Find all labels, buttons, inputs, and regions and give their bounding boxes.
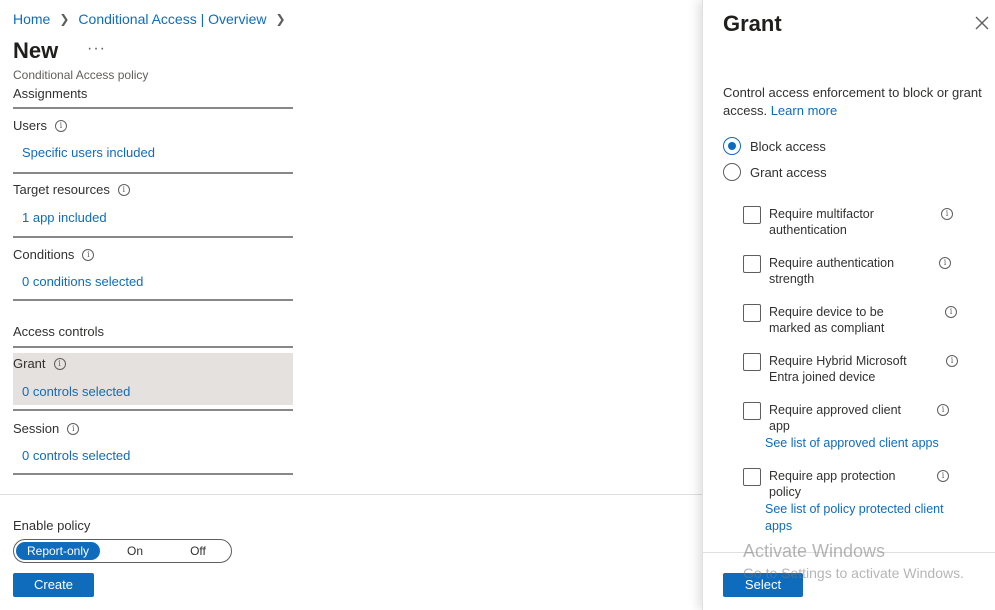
info-icon[interactable]: i (67, 422, 80, 435)
info-icon[interactable]: i (937, 470, 949, 482)
checkbox-require-compliant-device[interactable] (743, 304, 761, 322)
page-subtitle: Conditional Access policy (13, 68, 149, 82)
target-resources-label: Target resources i (13, 182, 130, 197)
conditions-label: Conditions i (13, 247, 95, 262)
conditions-label-text: Conditions (13, 247, 75, 262)
radio-unselected-icon[interactable] (723, 163, 741, 181)
toggle-option-on[interactable]: On (106, 542, 164, 560)
toggle-option-off[interactable]: Off (170, 542, 226, 560)
divider (13, 346, 293, 348)
session-label-text: Session (13, 421, 60, 436)
breadcrumb-home-link[interactable]: Home (13, 11, 50, 27)
info-icon[interactable]: i (946, 355, 958, 367)
panel-description-text: Control access enforcement to block or g… (723, 85, 982, 118)
activate-windows-subtitle: Go to Settings to activate Windows. (743, 565, 964, 581)
footer-divider (0, 494, 702, 495)
checkbox-require-mfa[interactable] (743, 206, 761, 224)
divider (13, 107, 293, 109)
panel-title: Grant (723, 11, 782, 36)
breadcrumb-overview-link[interactable]: Conditional Access | Overview (78, 11, 266, 27)
checkbox-require-approved-app[interactable] (743, 402, 761, 420)
divider (13, 409, 293, 411)
learn-more-link[interactable]: Learn more (771, 103, 837, 118)
info-icon[interactable]: i (82, 248, 95, 261)
grant-value-link[interactable]: 0 controls selected (22, 384, 130, 399)
target-resources-label-text: Target resources (13, 182, 110, 197)
checkbox-label: Require approved client app (769, 403, 902, 433)
info-icon[interactable]: i (945, 306, 957, 318)
checkbox-require-app-protection[interactable] (743, 468, 761, 486)
users-value-link[interactable]: Specific users included (22, 145, 155, 160)
checkbox-require-hybrid-joined[interactable] (743, 353, 761, 371)
grant-panel: Grant Control access enforcement to bloc… (702, 0, 995, 610)
divider (13, 473, 293, 475)
radio-grant-access[interactable]: Grant access (723, 163, 827, 181)
chevron-right-icon: ❯ (275, 12, 286, 26)
more-options-button[interactable]: ··· (87, 40, 106, 58)
close-icon[interactable] (973, 14, 991, 32)
grant-label: Grant i (13, 356, 66, 371)
checkbox-label: Require app protection policy (769, 469, 896, 499)
access-controls-heading: Access controls (13, 324, 105, 339)
info-icon[interactable]: i (937, 404, 949, 416)
grant-label-text: Grant (13, 356, 46, 371)
checkbox-label: Require multifactor authentication (769, 207, 874, 237)
info-icon[interactable]: i (939, 257, 951, 269)
chevron-right-icon: ❯ (59, 12, 70, 26)
conditions-value-link[interactable]: 0 conditions selected (22, 274, 143, 289)
checkbox-label: Require device to be marked as compliant (769, 305, 885, 335)
breadcrumb: Home ❯ Conditional Access | Overview ❯ (13, 11, 295, 27)
radio-label: Grant access (750, 164, 827, 180)
radio-label: Block access (750, 138, 826, 154)
create-button[interactable]: Create (13, 573, 94, 597)
page-title: New (13, 38, 59, 63)
radio-block-access[interactable]: Block access (723, 137, 826, 155)
activate-windows-watermark: Activate Windows (743, 541, 886, 561)
info-icon[interactable]: i (117, 183, 130, 196)
enable-policy-toggle[interactable]: Report-only On Off (13, 539, 232, 563)
protected-apps-link[interactable]: See list of policy protected client apps (765, 501, 965, 535)
divider (13, 172, 293, 174)
users-label-text: Users (13, 118, 47, 133)
toggle-option-report-only[interactable]: Report-only (16, 542, 100, 560)
approved-apps-link[interactable]: See list of approved client apps (765, 435, 980, 452)
checkbox-label: Require Hybrid Microsoft Entra joined de… (769, 354, 907, 384)
info-icon[interactable]: i (54, 119, 67, 132)
session-value-link[interactable]: 0 controls selected (22, 448, 130, 463)
info-icon[interactable]: i (53, 357, 66, 370)
session-label: Session i (13, 421, 80, 436)
users-label: Users i (13, 118, 67, 133)
enable-policy-label: Enable policy (13, 518, 91, 533)
info-icon[interactable]: i (941, 208, 953, 220)
panel-description: Control access enforcement to block or g… (723, 84, 983, 120)
assignments-heading: Assignments (13, 86, 88, 101)
target-resources-value-link[interactable]: 1 app included (22, 210, 107, 225)
checkbox-require-auth-strength[interactable] (743, 255, 761, 273)
checkbox-label: Require authentication strength (769, 256, 895, 286)
divider (13, 299, 293, 301)
radio-selected-icon[interactable] (723, 137, 741, 155)
divider (13, 236, 293, 238)
